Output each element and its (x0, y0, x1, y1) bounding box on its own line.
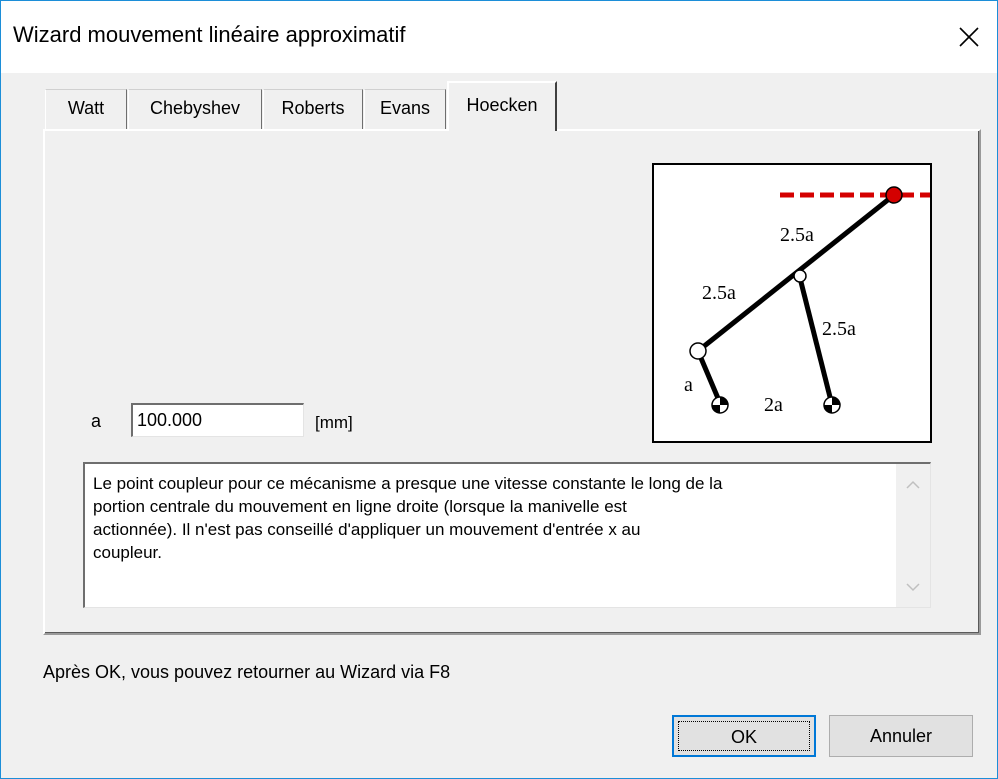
label-rocker: 2.5a (822, 318, 856, 340)
scroll-down-icon[interactable] (906, 582, 920, 592)
tab-chebyshev[interactable]: Chebyshev (128, 89, 262, 129)
label-crank: a (684, 374, 693, 396)
wizard-dialog: Wizard mouvement linéaire approximatif W… (0, 0, 998, 779)
description-text: Le point coupleur pour ce mécanisme a pr… (93, 474, 723, 562)
label-coupler-lower: 2.5a (702, 282, 736, 304)
ok-button[interactable]: OK (672, 715, 816, 757)
cancel-button[interactable]: Annuler (829, 715, 973, 757)
close-icon (959, 27, 979, 47)
joint-crank-coupler (689, 342, 707, 360)
joint-coupler-rocker (793, 269, 807, 283)
tab-evans[interactable]: Evans (364, 89, 446, 129)
tab-hoecken[interactable]: Hoecken (447, 81, 557, 131)
rocker-link (797, 277, 835, 406)
label-coupler-upper: 2.5a (780, 224, 814, 246)
ground-pivot-crank (711, 396, 729, 414)
ok-button-label: OK (678, 721, 810, 751)
tab-roberts[interactable]: Roberts (263, 89, 363, 129)
footer-note: Après OK, vous pouvez retourner au Wizar… (43, 662, 451, 682)
ground-pivot-rocker (823, 396, 841, 414)
tab-watt[interactable]: Watt (45, 89, 127, 129)
window-title: Wizard mouvement linéaire approximatif (13, 22, 406, 47)
scroll-up-icon[interactable] (906, 480, 920, 490)
description-textbox[interactable]: Le point coupleur pour ce mécanisme a pr… (83, 462, 931, 608)
param-a-input[interactable] (131, 403, 304, 437)
hoecken-linkage-drawing: 2.5a 2.5a 2.5a a 2a (684, 186, 930, 416)
linkage-diagram: 2.5a 2.5a 2.5a a 2a (652, 163, 932, 443)
coupler-point (885, 186, 903, 204)
param-a-label: a (91, 411, 102, 431)
vertical-scrollbar[interactable] (896, 464, 930, 607)
title-bar: Wizard mouvement linéaire approximatif (1, 1, 997, 73)
close-button[interactable] (941, 1, 997, 73)
label-ground: 2a (764, 394, 783, 416)
param-a-unit: [mm] (315, 413, 353, 432)
